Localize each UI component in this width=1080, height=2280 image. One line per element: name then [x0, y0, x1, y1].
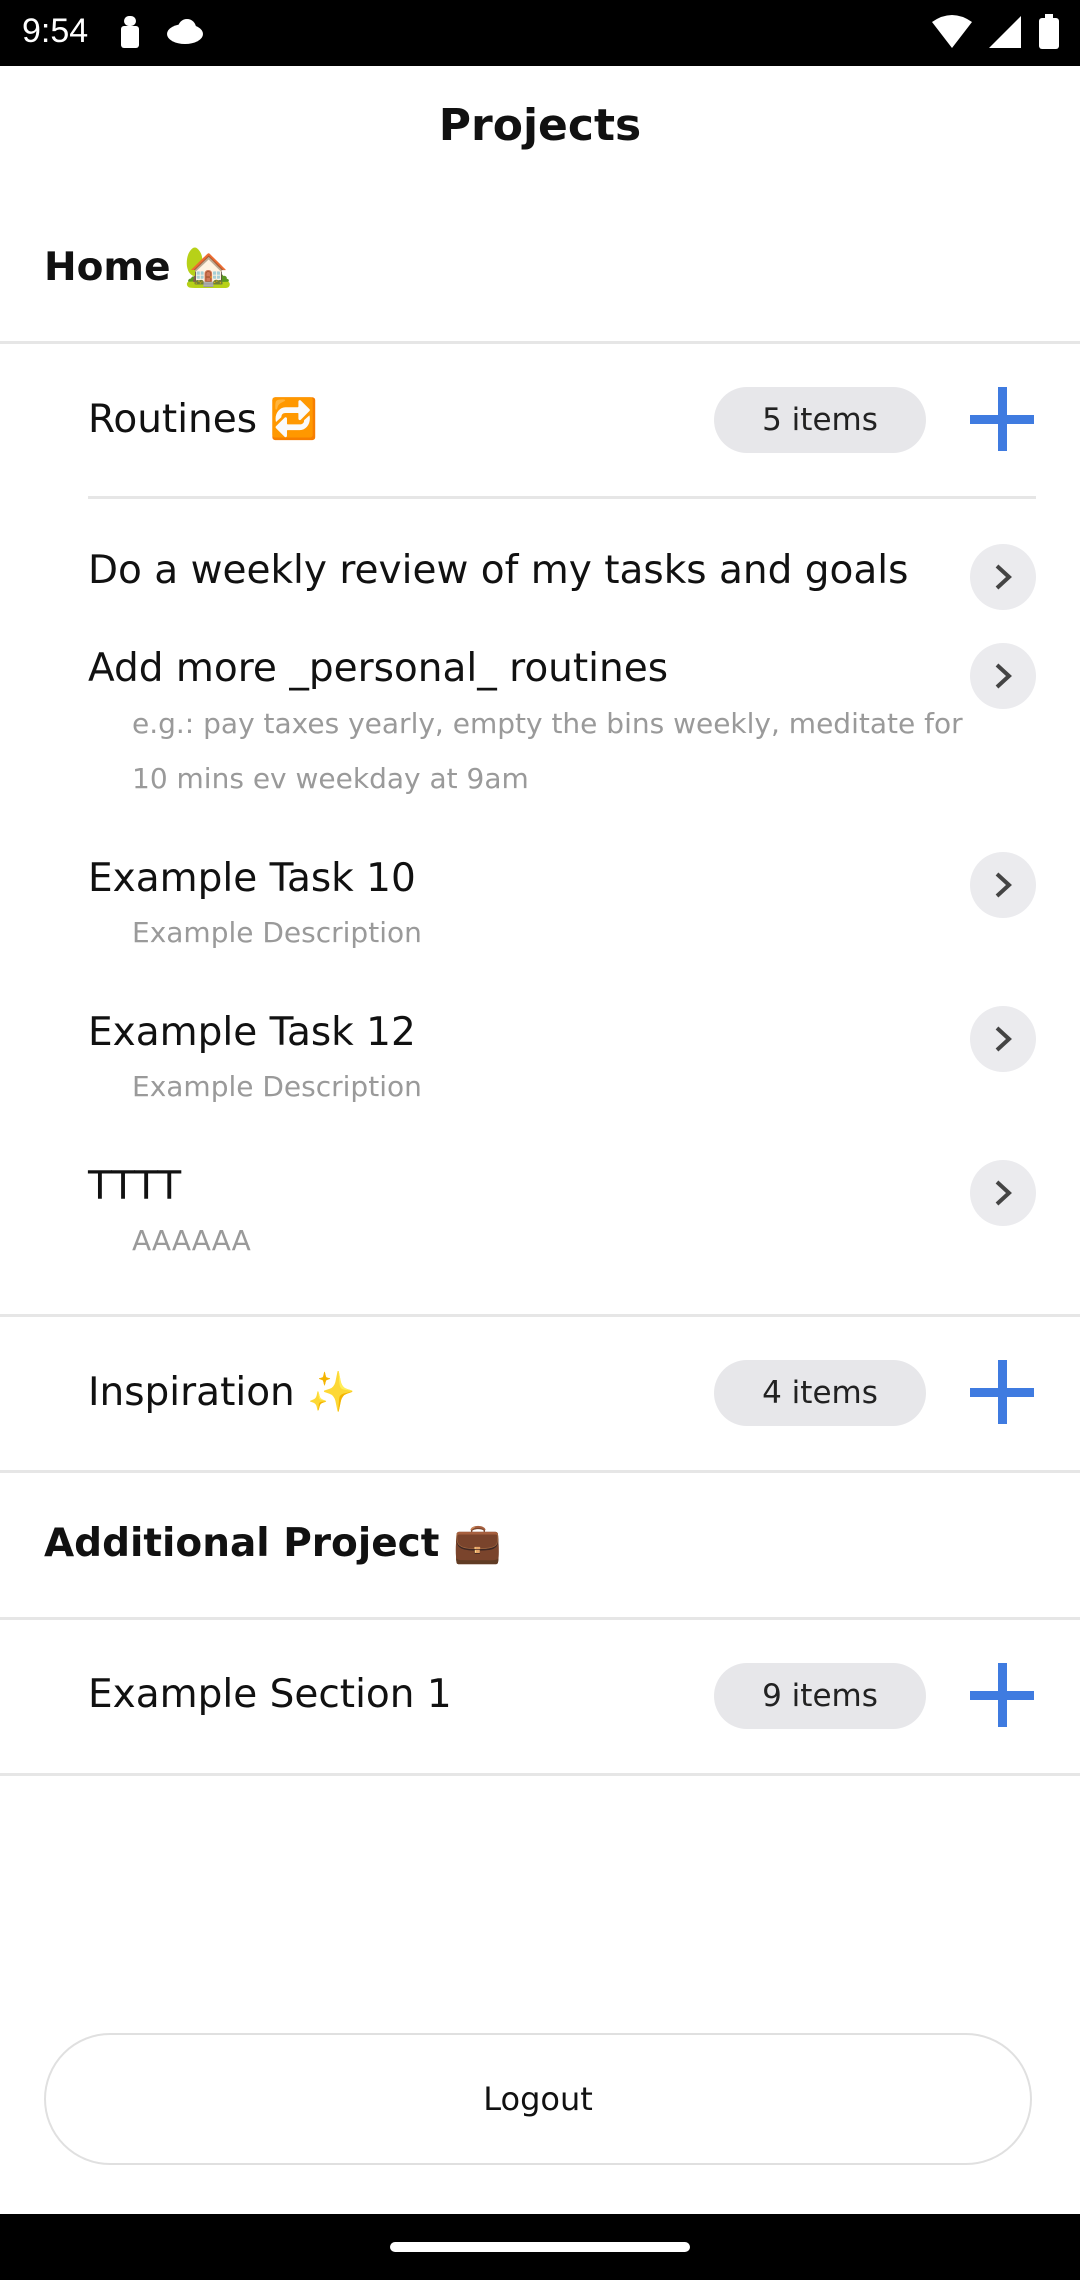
task-title: Example Task 10	[88, 856, 416, 901]
page-title: Projects	[438, 100, 642, 151]
task-title: Add more _personal_ routines	[88, 646, 669, 691]
wifi-icon	[931, 15, 972, 48]
task-description: AAAAAA	[132, 1224, 251, 1257]
status-bar: 9:54	[0, 0, 1080, 66]
task-title: Do a weekly review of my tasks and goals	[88, 548, 909, 593]
logout-button[interactable]: Logout	[44, 2033, 1032, 2165]
status-right-icons	[930, 14, 1060, 54]
items-count-badge: 5 items	[714, 387, 926, 453]
task-description: e.g.: pay taxes yearly, empty the bins w…	[132, 707, 963, 795]
divider	[0, 1617, 1080, 1620]
signal-icon	[988, 16, 1021, 48]
home-gesture-handle[interactable]	[390, 2242, 690, 2252]
task-title: TTTT	[88, 1164, 182, 1209]
chevron-right-icon[interactable]	[970, 544, 1036, 610]
divider	[0, 1773, 1080, 1776]
add-task-icon[interactable]	[970, 387, 1034, 451]
project-header-additional[interactable]: Additional Project 💼	[44, 1520, 502, 1566]
task-description: Example Description	[132, 916, 422, 949]
divider	[0, 1470, 1080, 1473]
notification-icon	[121, 16, 139, 48]
items-count-badge: 9 items	[714, 1663, 926, 1729]
task-title: Example Task 12	[88, 1010, 416, 1055]
task-description: Example Description	[132, 1070, 422, 1103]
divider	[0, 1314, 1080, 1317]
add-task-icon[interactable]	[970, 1360, 1034, 1424]
section-title: Example Section 1	[88, 1672, 452, 1717]
add-task-icon[interactable]	[970, 1663, 1034, 1727]
status-left-icons	[118, 14, 207, 54]
divider	[0, 341, 1080, 344]
battery-icon	[1039, 14, 1059, 49]
divider	[88, 496, 1036, 499]
cloud-icon	[167, 19, 204, 44]
section-title: Inspiration ✨	[88, 1370, 356, 1415]
items-count-badge: 4 items	[714, 1360, 926, 1426]
project-header-home[interactable]: Home 🏡	[44, 244, 233, 290]
status-time: 9:54	[22, 12, 89, 50]
system-nav-bar	[0, 2214, 1080, 2280]
section-title: Routines 🔁	[88, 397, 319, 442]
